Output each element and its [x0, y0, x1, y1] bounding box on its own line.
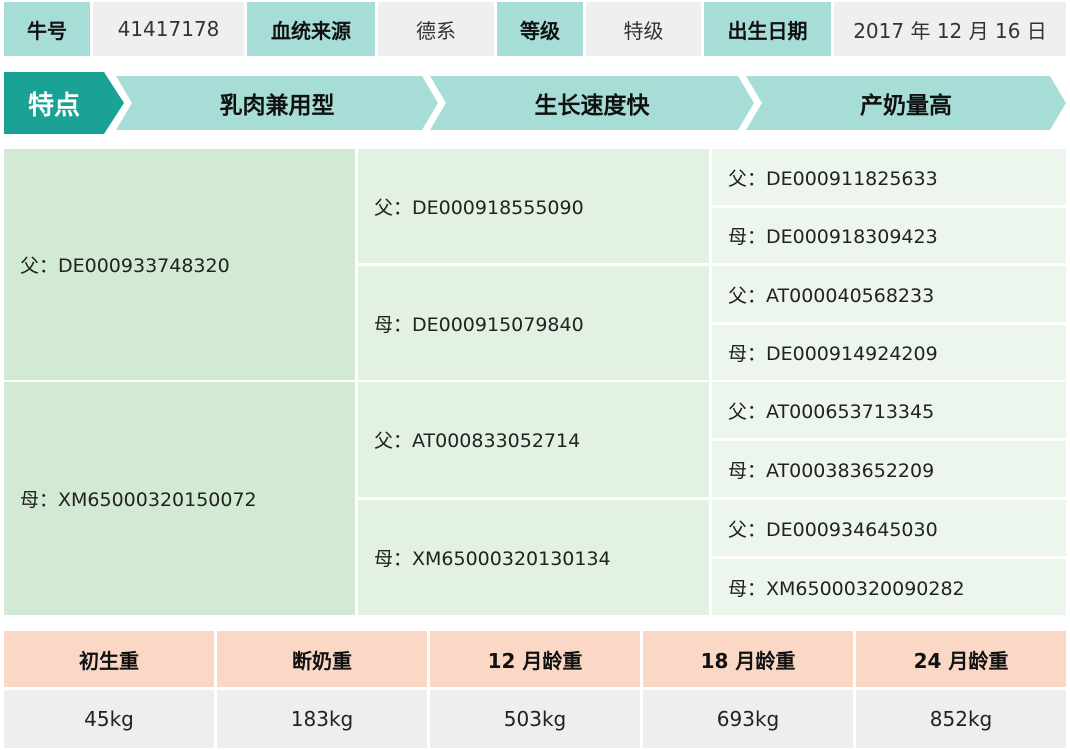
pedigree-ggp-7: 父：DE000934645030 [712, 500, 1066, 556]
trait-item-3: 产奶量高 [860, 93, 952, 119]
pedigree-table: 父：DE000933748320 母：XM65000320150072 父：DE… [4, 149, 1066, 615]
trait-item-1: 乳肉兼用型 [219, 93, 335, 119]
weight-header-24m: 24 月龄重 [856, 631, 1066, 687]
pedigree-ggp-2: 母：DE000918309423 [712, 208, 1066, 263]
weight-value-weaning: 183kg [217, 690, 427, 748]
weight-header-18m: 18 月龄重 [643, 631, 853, 687]
bloodline-label: 血统来源 [247, 2, 375, 56]
id-value: 41417178 [93, 2, 244, 56]
traits-bar: 特点 乳肉兼用型 生长速度快 产奶量高 [0, 72, 1070, 134]
pedigree-sire-dam: 母：DE000915079840 [358, 266, 709, 380]
trait-item-2: 生长速度快 [534, 93, 650, 119]
bloodline-value: 德系 [378, 2, 494, 56]
id-label: 牛号 [4, 2, 90, 56]
weight-header-birth: 初生重 [4, 631, 214, 687]
pedigree-dam-sire: 父：AT000833052714 [358, 382, 709, 497]
pedigree-ggp-4: 母：DE000914924209 [712, 325, 1066, 380]
pedigree-ggp-3: 父：AT000040568233 [712, 266, 1066, 322]
pedigree-dam-dam: 母：XM65000320130134 [358, 500, 709, 615]
grade-value: 特级 [586, 2, 701, 56]
birth-date-value: 2017 年 12 月 16 日 [834, 2, 1066, 56]
grade-label: 等级 [497, 2, 583, 56]
pedigree-dam: 母：XM65000320150072 [4, 382, 355, 615]
weight-value-18m: 693kg [643, 690, 853, 748]
pedigree-sire-sire: 父：DE000918555090 [358, 149, 709, 263]
pedigree-ggp-6: 母：AT000383652209 [712, 441, 1066, 497]
birth-date-label: 出生日期 [704, 2, 831, 56]
weight-value-12m: 503kg [430, 690, 640, 748]
pedigree-ggp-1: 父：DE000911825633 [712, 149, 1066, 205]
weight-header-12m: 12 月龄重 [430, 631, 640, 687]
weights-table: 初生重 断奶重 12 月龄重 18 月龄重 24 月龄重 45kg 183kg … [4, 631, 1066, 748]
weight-value-24m: 852kg [856, 690, 1066, 748]
pedigree-ggp-5: 父：AT000653713345 [712, 382, 1066, 438]
weight-value-birth: 45kg [4, 690, 214, 748]
weight-header-weaning: 断奶重 [217, 631, 427, 687]
cattle-info-bar: 牛号 41417178 血统来源 德系 等级 特级 出生日期 2017 年 12… [4, 2, 1066, 56]
pedigree-sire: 父：DE000933748320 [4, 149, 355, 380]
pedigree-ggp-8: 母：XM65000320090282 [712, 559, 1066, 615]
traits-title: 特点 [27, 90, 80, 121]
